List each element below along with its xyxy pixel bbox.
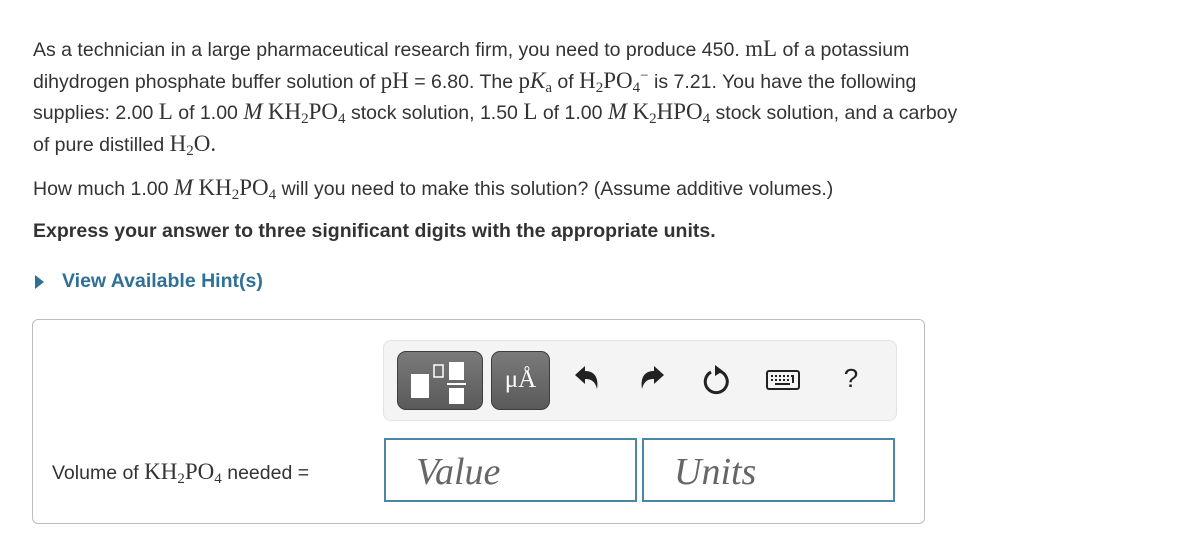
problem-text: supplies: 2.00 [33, 102, 154, 124]
formula-sub: 2 [177, 471, 185, 487]
unit-l: L [158, 99, 173, 124]
question-part: How much 1.00 [33, 178, 169, 200]
problem-statement: As a technician in a large pharmaceutica… [33, 34, 1173, 160]
units-input[interactable]: Units [642, 438, 895, 502]
templates-button[interactable] [397, 351, 483, 410]
problem-text: of 1.00 [542, 102, 603, 124]
dihydrogen-phosphate-ion: H2PO4− [579, 67, 649, 96]
answer-label: Volume of KH2PO4 needed = [52, 457, 309, 488]
problem-text: = 6.80. The [414, 70, 514, 93]
molar-symbol: M [607, 99, 628, 124]
problem-text: dihydrogen phosphate buffer solution of [33, 70, 376, 93]
formula-part: KH [198, 175, 232, 200]
units-icon: μÅ [504, 366, 537, 393]
pka-p: p [518, 67, 530, 93]
water-formula: H2O. [169, 130, 217, 159]
unit-l: L [523, 99, 538, 124]
ion-po-sub: 4 [632, 79, 641, 96]
pka-sub: a [545, 79, 552, 96]
kh2po4-formula: KH2PO4 [144, 459, 222, 487]
molar-symbol: M [243, 99, 263, 124]
ph-symbol: pH [380, 67, 409, 93]
formula-part: H [169, 130, 187, 156]
view-hints-link[interactable]: View Available Hint(s) [33, 270, 263, 293]
reset-icon[interactable] [700, 363, 730, 397]
formula-sub: 2 [301, 111, 309, 127]
label-part: Volume of [52, 462, 139, 484]
formula-sub: 4 [338, 111, 346, 127]
formula-part: O. [193, 130, 217, 156]
math-toolbar: μÅ ? [383, 340, 897, 421]
problem-text: stock solution, and a carboy [715, 102, 958, 124]
formula-part: PO [184, 459, 215, 484]
label-part: needed = [227, 462, 310, 484]
problem-text: As a technician in a large pharmaceutica… [33, 39, 740, 61]
question-text: How much 1.00 M KH2PO4 will you need to … [33, 173, 833, 204]
pka-symbol: pKa [518, 67, 552, 96]
ion-charge: − [640, 67, 649, 84]
formula-sub: 2 [649, 111, 657, 127]
value-input[interactable]: Value [384, 438, 637, 502]
problem-text: of a potassium [782, 39, 910, 61]
formula-part: KH [267, 99, 302, 124]
problem-text: of 1.00 [178, 102, 238, 124]
pka-k: K [529, 67, 546, 93]
formula-part: HPO [656, 99, 703, 124]
formula-sub: 2 [186, 142, 194, 159]
redo-icon[interactable] [637, 363, 667, 397]
question-part: will you need to make this solution? (As… [281, 178, 834, 200]
undo-icon[interactable] [572, 363, 602, 397]
units-button[interactable]: μÅ [491, 351, 550, 410]
formula-sub: 4 [268, 187, 277, 203]
kh2po4-formula: KH2PO4 [267, 99, 346, 127]
triangle-right-icon [35, 274, 44, 289]
ion-h: H [579, 67, 596, 93]
kh2po4-formula: KH2PO4 [198, 175, 277, 203]
formula-part: PO [239, 175, 269, 200]
hint-label: View Available Hint(s) [62, 270, 263, 292]
unit-ml: mL [745, 36, 778, 61]
formula-sub: 4 [214, 471, 222, 487]
ion-po: PO [603, 67, 633, 93]
value-placeholder: Value [416, 451, 501, 493]
problem-text: of [557, 70, 574, 93]
keyboard-icon[interactable] [765, 363, 801, 397]
help-icon[interactable]: ? [836, 363, 866, 397]
problem-text: of pure distilled [33, 133, 165, 156]
answer-instruction: Express your answer to three significant… [33, 220, 716, 242]
templates-icon [411, 362, 466, 404]
formula-part: PO [308, 99, 339, 124]
formula-part: K [632, 99, 650, 124]
problem-text: stock solution, 1.50 [350, 102, 518, 124]
units-placeholder: Units [674, 451, 757, 493]
formula-sub: 4 [702, 111, 711, 127]
molar-symbol: M [173, 175, 194, 200]
formula-part: KH [144, 459, 178, 484]
k2hpo4-formula: K2HPO4 [632, 99, 711, 127]
problem-text: is 7.21. You have the following [654, 70, 917, 93]
